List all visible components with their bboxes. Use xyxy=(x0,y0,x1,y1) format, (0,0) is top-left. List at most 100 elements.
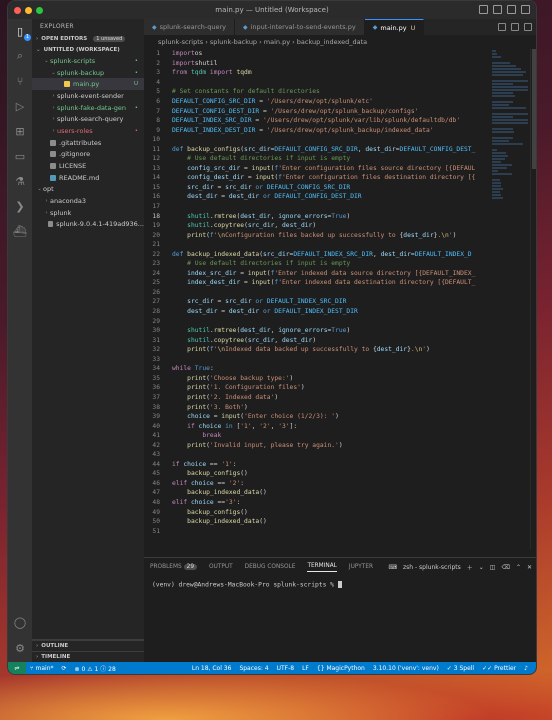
code-line[interactable]: 5 # Set constants for default directories xyxy=(144,87,490,97)
code-line[interactable]: 30 shutil.rmtree(dest_dir, ignore_errors… xyxy=(144,326,490,336)
tree-item[interactable]: › users-roles • xyxy=(32,125,144,137)
code-line[interactable]: 4 xyxy=(144,78,490,88)
code-line[interactable]: 16 dest_dir = dest_dir or DEFAULT_CONFIG… xyxy=(144,192,490,202)
panel-tab[interactable]: DEBUG CONSOLE xyxy=(245,564,296,570)
code-line[interactable]: 29 xyxy=(144,316,490,326)
tree-item[interactable]: LICENSE xyxy=(32,160,144,172)
code-line[interactable]: 46 elif choice == '2': xyxy=(144,479,490,489)
code-line[interactable]: 41 break xyxy=(144,431,490,441)
terminal-name[interactable]: zsh - splunk-scripts xyxy=(403,564,461,571)
account-icon[interactable]: ◯ xyxy=(12,614,28,630)
panel-tab[interactable]: PROBLEMS 29 xyxy=(150,564,198,570)
chevron-down-icon[interactable]: ⌄ xyxy=(479,564,484,571)
code-line[interactable]: 3 from tqdm import tqdm xyxy=(144,68,490,78)
breadcrumb[interactable]: splunk-scripts › splunk-backup › main.py… xyxy=(144,35,536,49)
tree-item[interactable]: README.md xyxy=(32,172,144,184)
customize-layout-icon[interactable] xyxy=(521,5,530,14)
code-line[interactable]: 19 shutil.copytree(src_dir, dest_dir) xyxy=(144,221,490,231)
toggle-secondary-sidebar-icon[interactable] xyxy=(507,5,516,14)
code-line[interactable]: 7 DEFAULT_CONFIG_DEST_DIR = '/Users/drew/… xyxy=(144,106,490,116)
panel-tab[interactable]: OUTPUT xyxy=(209,564,233,570)
scroll-thumb[interactable] xyxy=(532,49,536,169)
tree-item[interactable]: .gitignore xyxy=(32,149,144,161)
code-line[interactable]: 11 def backup_configs(src_dir=DEFAULT_CON… xyxy=(144,144,490,154)
tree-item[interactable]: › splunk-event-sender xyxy=(32,90,144,102)
editor-scrollbar[interactable] xyxy=(530,49,536,549)
search-icon[interactable]: ⌕ xyxy=(12,48,28,64)
run-python-file-icon[interactable] xyxy=(498,23,506,31)
code-line[interactable]: 21 xyxy=(144,240,490,250)
code-line[interactable]: 1 importos xyxy=(144,49,490,59)
tree-item[interactable]: › splunk-search-query xyxy=(32,113,144,125)
remote-explorer-icon[interactable]: ▭ xyxy=(12,148,28,164)
editor-tab[interactable]: ◆ splunk-search-query xyxy=(144,19,235,35)
timeline-section[interactable]: › TIMELINE xyxy=(32,651,144,662)
testing-icon[interactable]: ⚗ xyxy=(12,173,28,189)
code-line[interactable]: 42 print('Invalid input, please try agai… xyxy=(144,440,490,450)
notifications-bell-icon[interactable]: ♪ xyxy=(520,665,532,672)
indentation[interactable]: Spaces: 4 xyxy=(235,665,272,672)
code-line[interactable]: 35 print('Choose backup type:') xyxy=(144,374,490,384)
manage-gear-icon[interactable]: ⚙ xyxy=(12,640,28,656)
code-editor[interactable]: 1 importos 2 importshutil 3 from tqdm import … xyxy=(144,49,490,549)
minimap[interactable] xyxy=(490,49,530,199)
code-line[interactable]: 14 config_dest_dir = input(f'Enter confi… xyxy=(144,173,490,183)
end-of-line[interactable]: LF xyxy=(298,665,313,672)
code-line[interactable]: 26 xyxy=(144,288,490,298)
code-line[interactable]: 10 xyxy=(144,135,490,145)
code-line[interactable]: 43 xyxy=(144,450,490,460)
files-icon[interactable]: ▯ 1 xyxy=(12,23,31,41)
code-line[interactable]: 32 print(f'\nIndexed data backed up succ… xyxy=(144,345,490,355)
code-line[interactable]: 6 DEFAULT_CONFIG_SRC_DIR = '/Users/drew/o… xyxy=(144,97,490,107)
cursor-position[interactable]: Ln 18, Col 36 xyxy=(188,665,236,672)
code-line[interactable]: 48 elif choice =='3': xyxy=(144,498,490,508)
remote-icon[interactable]: ⇌ xyxy=(8,662,26,674)
run-debug-icon[interactable]: ▷ xyxy=(12,98,28,114)
code-line[interactable]: 23 # Use default directories if input is… xyxy=(144,259,490,269)
new-terminal-icon[interactable]: ＋ xyxy=(467,563,473,572)
tree-item[interactable]: splunk-9.0.4.1-419ad936... xyxy=(32,219,144,231)
code-line[interactable]: 31 shutil.copytree(src_dir, dest_dir) xyxy=(144,335,490,345)
code-line[interactable]: 34 while True: xyxy=(144,364,490,374)
tree-item[interactable]: main.py U xyxy=(32,78,144,91)
code-line[interactable]: 24 index_src_dir = input(f'Enter indexed… xyxy=(144,269,490,279)
docker-icon[interactable]: ⛴ xyxy=(12,223,28,239)
code-line[interactable]: 17 xyxy=(144,202,490,212)
problems-summary[interactable]: ⊗ 0 ⚠ 1 ⓘ 28 xyxy=(71,664,120,673)
workspace-section[interactable]: ⌄ UNTITLED (WORKSPACE) xyxy=(32,44,144,55)
encoding[interactable]: UTF-8 xyxy=(273,665,299,672)
terminal-icon[interactable]: ❯ xyxy=(12,198,28,214)
more-actions-icon[interactable] xyxy=(524,23,532,31)
tree-item[interactable]: .gitattributes xyxy=(32,137,144,149)
code-line[interactable]: 2 importshutil xyxy=(144,59,490,69)
outline-section[interactable]: › OUTLINE xyxy=(32,640,144,651)
python-interpreter[interactable]: 3.10.10 ('venv': venv) xyxy=(369,665,443,672)
code-line[interactable]: 18 shutil.rmtree(dest_dir, ignore_errors… xyxy=(144,211,490,221)
code-line[interactable]: 38 print('3. Both') xyxy=(144,402,490,412)
toggle-sidebar-icon[interactable] xyxy=(479,5,488,14)
split-terminal-icon[interactable]: ◫ xyxy=(490,564,496,571)
trash-icon[interactable]: ⌫ xyxy=(501,564,509,571)
tree-item[interactable]: ⌄ splunk-backup • xyxy=(32,67,144,79)
prettier-status[interactable]: ✓✓ Prettier xyxy=(478,665,520,672)
code-line[interactable]: 40 if choice in ['1', '2', '3']: xyxy=(144,421,490,431)
language-mode[interactable]: {} MagicPython xyxy=(313,665,369,672)
code-line[interactable]: 28 dest_dir = dest_dir or DEFAULT_INDEX_… xyxy=(144,307,490,317)
code-line[interactable]: 45 backup_configs() xyxy=(144,469,490,479)
editor-tab[interactable]: ◆ main.py U xyxy=(364,19,425,35)
code-line[interactable]: 50 backup_indexed_data() xyxy=(144,517,490,527)
tree-item[interactable]: ⌄ splunk-scripts • xyxy=(32,55,144,67)
source-control-icon[interactable]: ⑂ xyxy=(12,73,28,89)
tree-item[interactable]: ⌄ opt xyxy=(32,184,144,196)
code-line[interactable]: 15 src_dir = src_dir or DEFAULT_CONFIG_S… xyxy=(144,183,490,193)
extensions-icon[interactable]: ⊞ xyxy=(12,123,28,139)
code-line[interactable]: 47 backup_indexed_data() xyxy=(144,488,490,498)
sync-icon[interactable]: ⟳ xyxy=(58,665,71,672)
code-line[interactable]: 36 print('1. Configuration files') xyxy=(144,383,490,393)
code-line[interactable]: 33 xyxy=(144,355,490,365)
tree-item[interactable]: › splunk-fake-data-gen • xyxy=(32,102,144,114)
toggle-panel-icon[interactable] xyxy=(493,5,502,14)
close-icon[interactable]: ✕ xyxy=(527,564,532,571)
tree-item[interactable]: › anaconda3 xyxy=(32,195,144,207)
terminal-output[interactable]: (venv) drew@Andrews-MacBook-Pro splunk-s… xyxy=(144,576,536,594)
